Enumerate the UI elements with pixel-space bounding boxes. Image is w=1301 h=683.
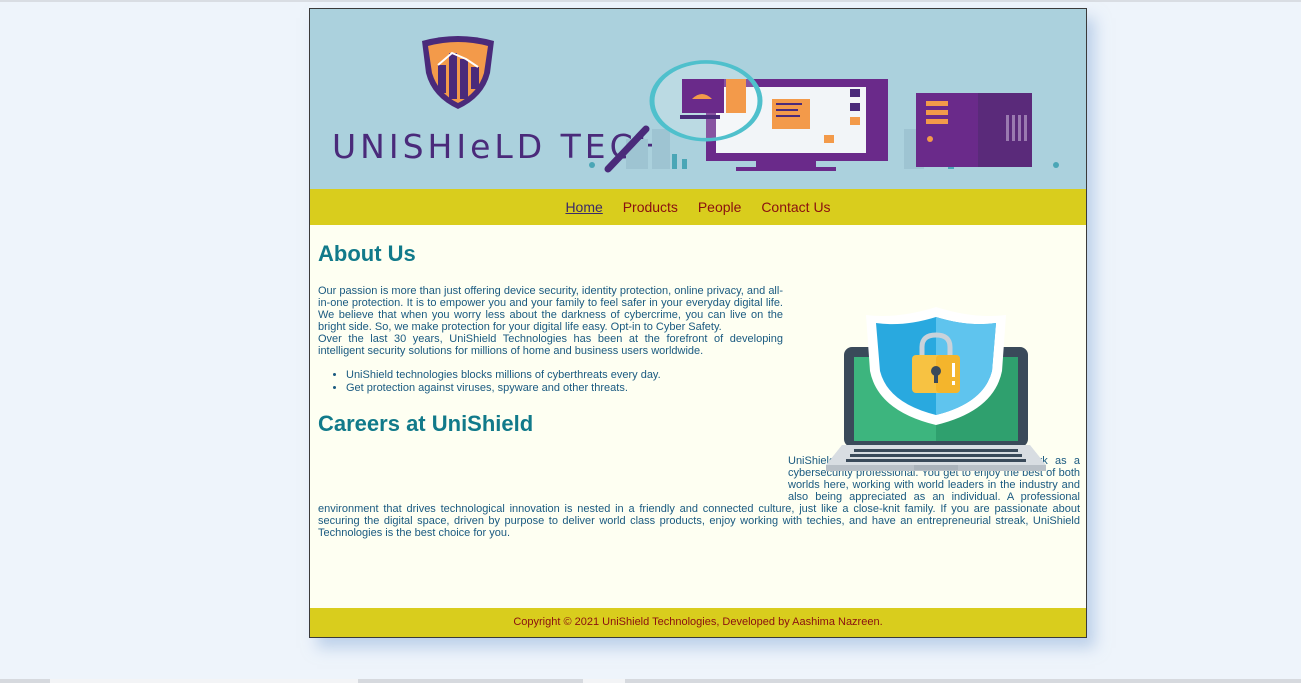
scrollbar-thumb[interactable] bbox=[50, 679, 358, 683]
laptop-shield-lock-icon bbox=[826, 307, 1046, 471]
header-banner: UNISHIeLD TECH bbox=[310, 9, 1086, 189]
shield-logo-icon bbox=[422, 36, 494, 109]
browser-top-border bbox=[0, 0, 1301, 2]
about-paragraph-1: Our passion is more than just offering d… bbox=[318, 285, 783, 333]
banner-illustration bbox=[589, 60, 1059, 173]
nav-people[interactable]: People bbox=[698, 199, 742, 215]
nav-home[interactable]: Home bbox=[565, 199, 602, 215]
main-nav: Home Products People Contact Us bbox=[310, 189, 1086, 225]
about-heading: About Us bbox=[318, 241, 416, 266]
tower-icon bbox=[916, 93, 1032, 167]
scrollbar-segment bbox=[583, 679, 625, 683]
nav-contact-us[interactable]: Contact Us bbox=[761, 199, 830, 215]
website-page: UNISHIeLD TECH Home Products People Cont… bbox=[309, 8, 1087, 638]
horizontal-scrollbar[interactable] bbox=[0, 679, 1301, 683]
footer: Copyright © 2021 UniShield Technologies,… bbox=[310, 608, 1086, 637]
nav-products[interactable]: Products bbox=[623, 199, 678, 215]
about-paragraph-2: Over the last 30 years, UniShield Techno… bbox=[318, 333, 783, 357]
